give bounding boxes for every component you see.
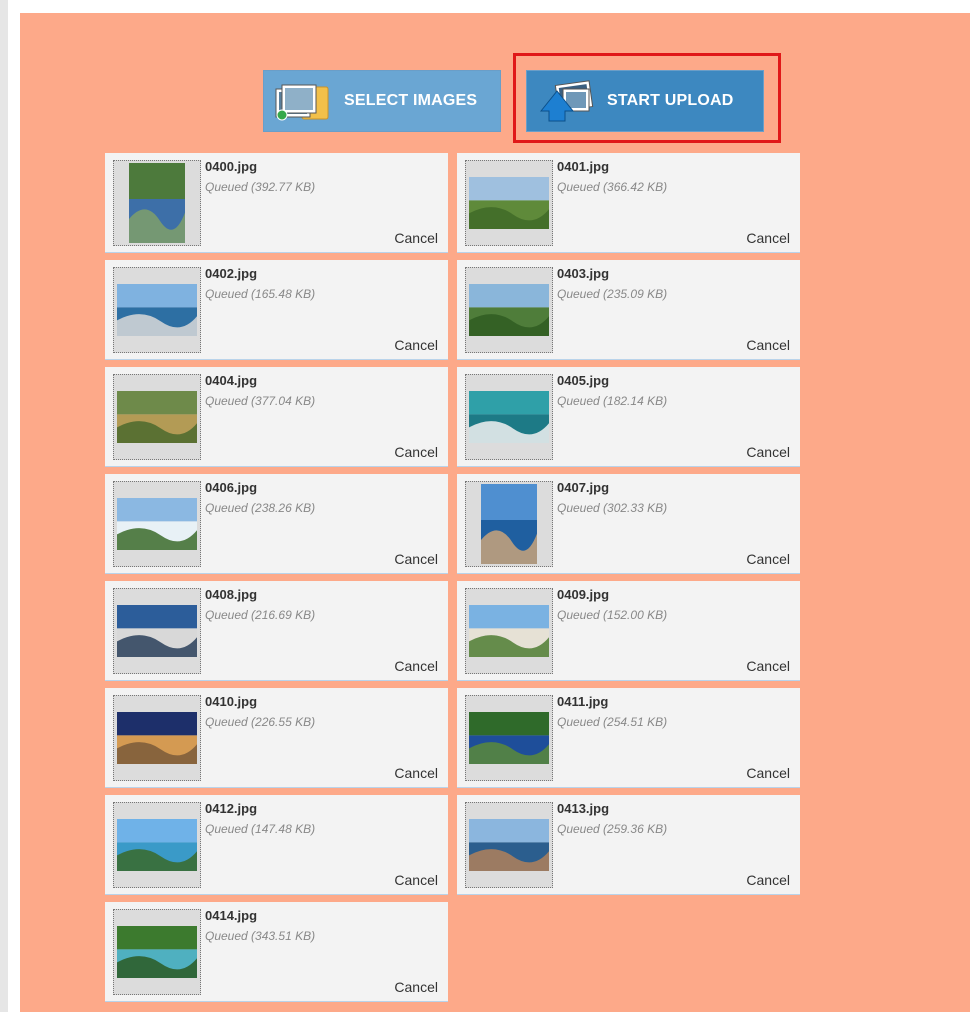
file-name: 0410.jpg (205, 694, 258, 709)
file-queue-item: 0414.jpg Queued (343.51 KB) Cancel (105, 902, 448, 1002)
cancel-file-button[interactable]: Cancel (394, 765, 438, 781)
file-name: 0414.jpg (205, 908, 258, 923)
file-queue-item: 0412.jpg Queued (147.48 KB) Cancel (105, 795, 448, 895)
cancel-file-button[interactable]: Cancel (394, 230, 438, 246)
file-queue-item: 0410.jpg Queued (226.55 KB) Cancel (105, 688, 448, 788)
file-thumbnail (465, 802, 553, 888)
file-status: Queued (377.04 KB) (205, 394, 316, 408)
file-queue-item: 0411.jpg Queued (254.51 KB) Cancel (457, 688, 800, 788)
file-thumbnail (113, 160, 201, 246)
file-name: 0409.jpg (557, 587, 610, 602)
upload-panel: SELECT IMAGES START UPLOAD 0400.jpg Queue… (20, 13, 970, 1012)
cancel-file-button[interactable]: Cancel (394, 551, 438, 567)
file-status: Queued (302.33 KB) (557, 501, 668, 515)
file-queue-item: 0404.jpg Queued (377.04 KB) Cancel (105, 367, 448, 467)
cancel-file-button[interactable]: Cancel (746, 658, 790, 674)
file-queue-item: 0402.jpg Queued (165.48 KB) Cancel (105, 260, 448, 360)
cancel-file-button[interactable]: Cancel (394, 872, 438, 888)
file-thumbnail (465, 160, 553, 246)
file-thumbnail (465, 695, 553, 781)
file-queue-item: 0403.jpg Queued (235.09 KB) Cancel (457, 260, 800, 360)
file-thumbnail (113, 695, 201, 781)
file-name: 0402.jpg (205, 266, 258, 281)
file-status: Queued (366.42 KB) (557, 180, 668, 194)
file-queue-item: 0405.jpg Queued (182.14 KB) Cancel (457, 367, 800, 467)
cancel-file-button[interactable]: Cancel (746, 444, 790, 460)
cancel-file-button[interactable]: Cancel (746, 337, 790, 353)
file-queue-item: 0413.jpg Queued (259.36 KB) Cancel (457, 795, 800, 895)
file-name: 0404.jpg (205, 373, 258, 388)
file-name: 0403.jpg (557, 266, 610, 281)
cancel-file-button[interactable]: Cancel (394, 337, 438, 353)
window-edge (0, 0, 8, 1012)
file-name: 0407.jpg (557, 480, 610, 495)
file-queue-item: 0408.jpg Queued (216.69 KB) Cancel (105, 581, 448, 681)
file-name: 0406.jpg (205, 480, 258, 495)
file-status: Queued (259.36 KB) (557, 822, 668, 836)
file-thumbnail (113, 267, 201, 353)
file-status: Queued (152.00 KB) (557, 608, 668, 622)
file-queue-item: 0401.jpg Queued (366.42 KB) Cancel (457, 153, 800, 253)
cancel-file-button[interactable]: Cancel (746, 551, 790, 567)
file-status: Queued (235.09 KB) (557, 287, 668, 301)
file-name: 0412.jpg (205, 801, 258, 816)
file-thumbnail (465, 481, 553, 567)
file-status: Queued (254.51 KB) (557, 715, 668, 729)
file-thumbnail (465, 374, 553, 460)
file-queue-item: 0407.jpg Queued (302.33 KB) Cancel (457, 474, 800, 574)
cancel-file-button[interactable]: Cancel (746, 765, 790, 781)
select-images-label: SELECT IMAGES (344, 92, 478, 109)
file-name: 0401.jpg (557, 159, 610, 174)
file-status: Queued (392.77 KB) (205, 180, 316, 194)
start-upload-icon (535, 77, 599, 125)
cancel-file-button[interactable]: Cancel (394, 979, 438, 995)
file-thumbnail (113, 588, 201, 674)
file-thumbnail (465, 267, 553, 353)
file-thumbnail (113, 481, 201, 567)
file-name: 0413.jpg (557, 801, 610, 816)
file-status: Queued (147.48 KB) (205, 822, 316, 836)
start-upload-label: START UPLOAD (607, 92, 734, 109)
file-name: 0408.jpg (205, 587, 258, 602)
file-status: Queued (238.26 KB) (205, 501, 316, 515)
file-status: Queued (182.14 KB) (557, 394, 668, 408)
file-name: 0405.jpg (557, 373, 610, 388)
select-images-icon (272, 77, 336, 125)
file-status: Queued (165.48 KB) (205, 287, 316, 301)
cancel-file-button[interactable]: Cancel (746, 230, 790, 246)
file-name: 0400.jpg (205, 159, 258, 174)
cancel-file-button[interactable]: Cancel (394, 658, 438, 674)
file-status: Queued (216.69 KB) (205, 608, 316, 622)
select-images-button[interactable]: SELECT IMAGES (263, 70, 501, 132)
file-queue-item: 0409.jpg Queued (152.00 KB) Cancel (457, 581, 800, 681)
cancel-file-button[interactable]: Cancel (394, 444, 438, 460)
file-status: Queued (226.55 KB) (205, 715, 316, 729)
file-thumbnail (113, 802, 201, 888)
file-queue-item: 0406.jpg Queued (238.26 KB) Cancel (105, 474, 448, 574)
file-thumbnail (113, 909, 201, 995)
file-status: Queued (343.51 KB) (205, 929, 316, 943)
cancel-file-button[interactable]: Cancel (746, 872, 790, 888)
file-name: 0411.jpg (557, 694, 609, 709)
file-thumbnail (465, 588, 553, 674)
file-queue-item: 0400.jpg Queued (392.77 KB) Cancel (105, 153, 448, 253)
start-upload-button[interactable]: START UPLOAD (526, 70, 764, 132)
file-thumbnail (113, 374, 201, 460)
